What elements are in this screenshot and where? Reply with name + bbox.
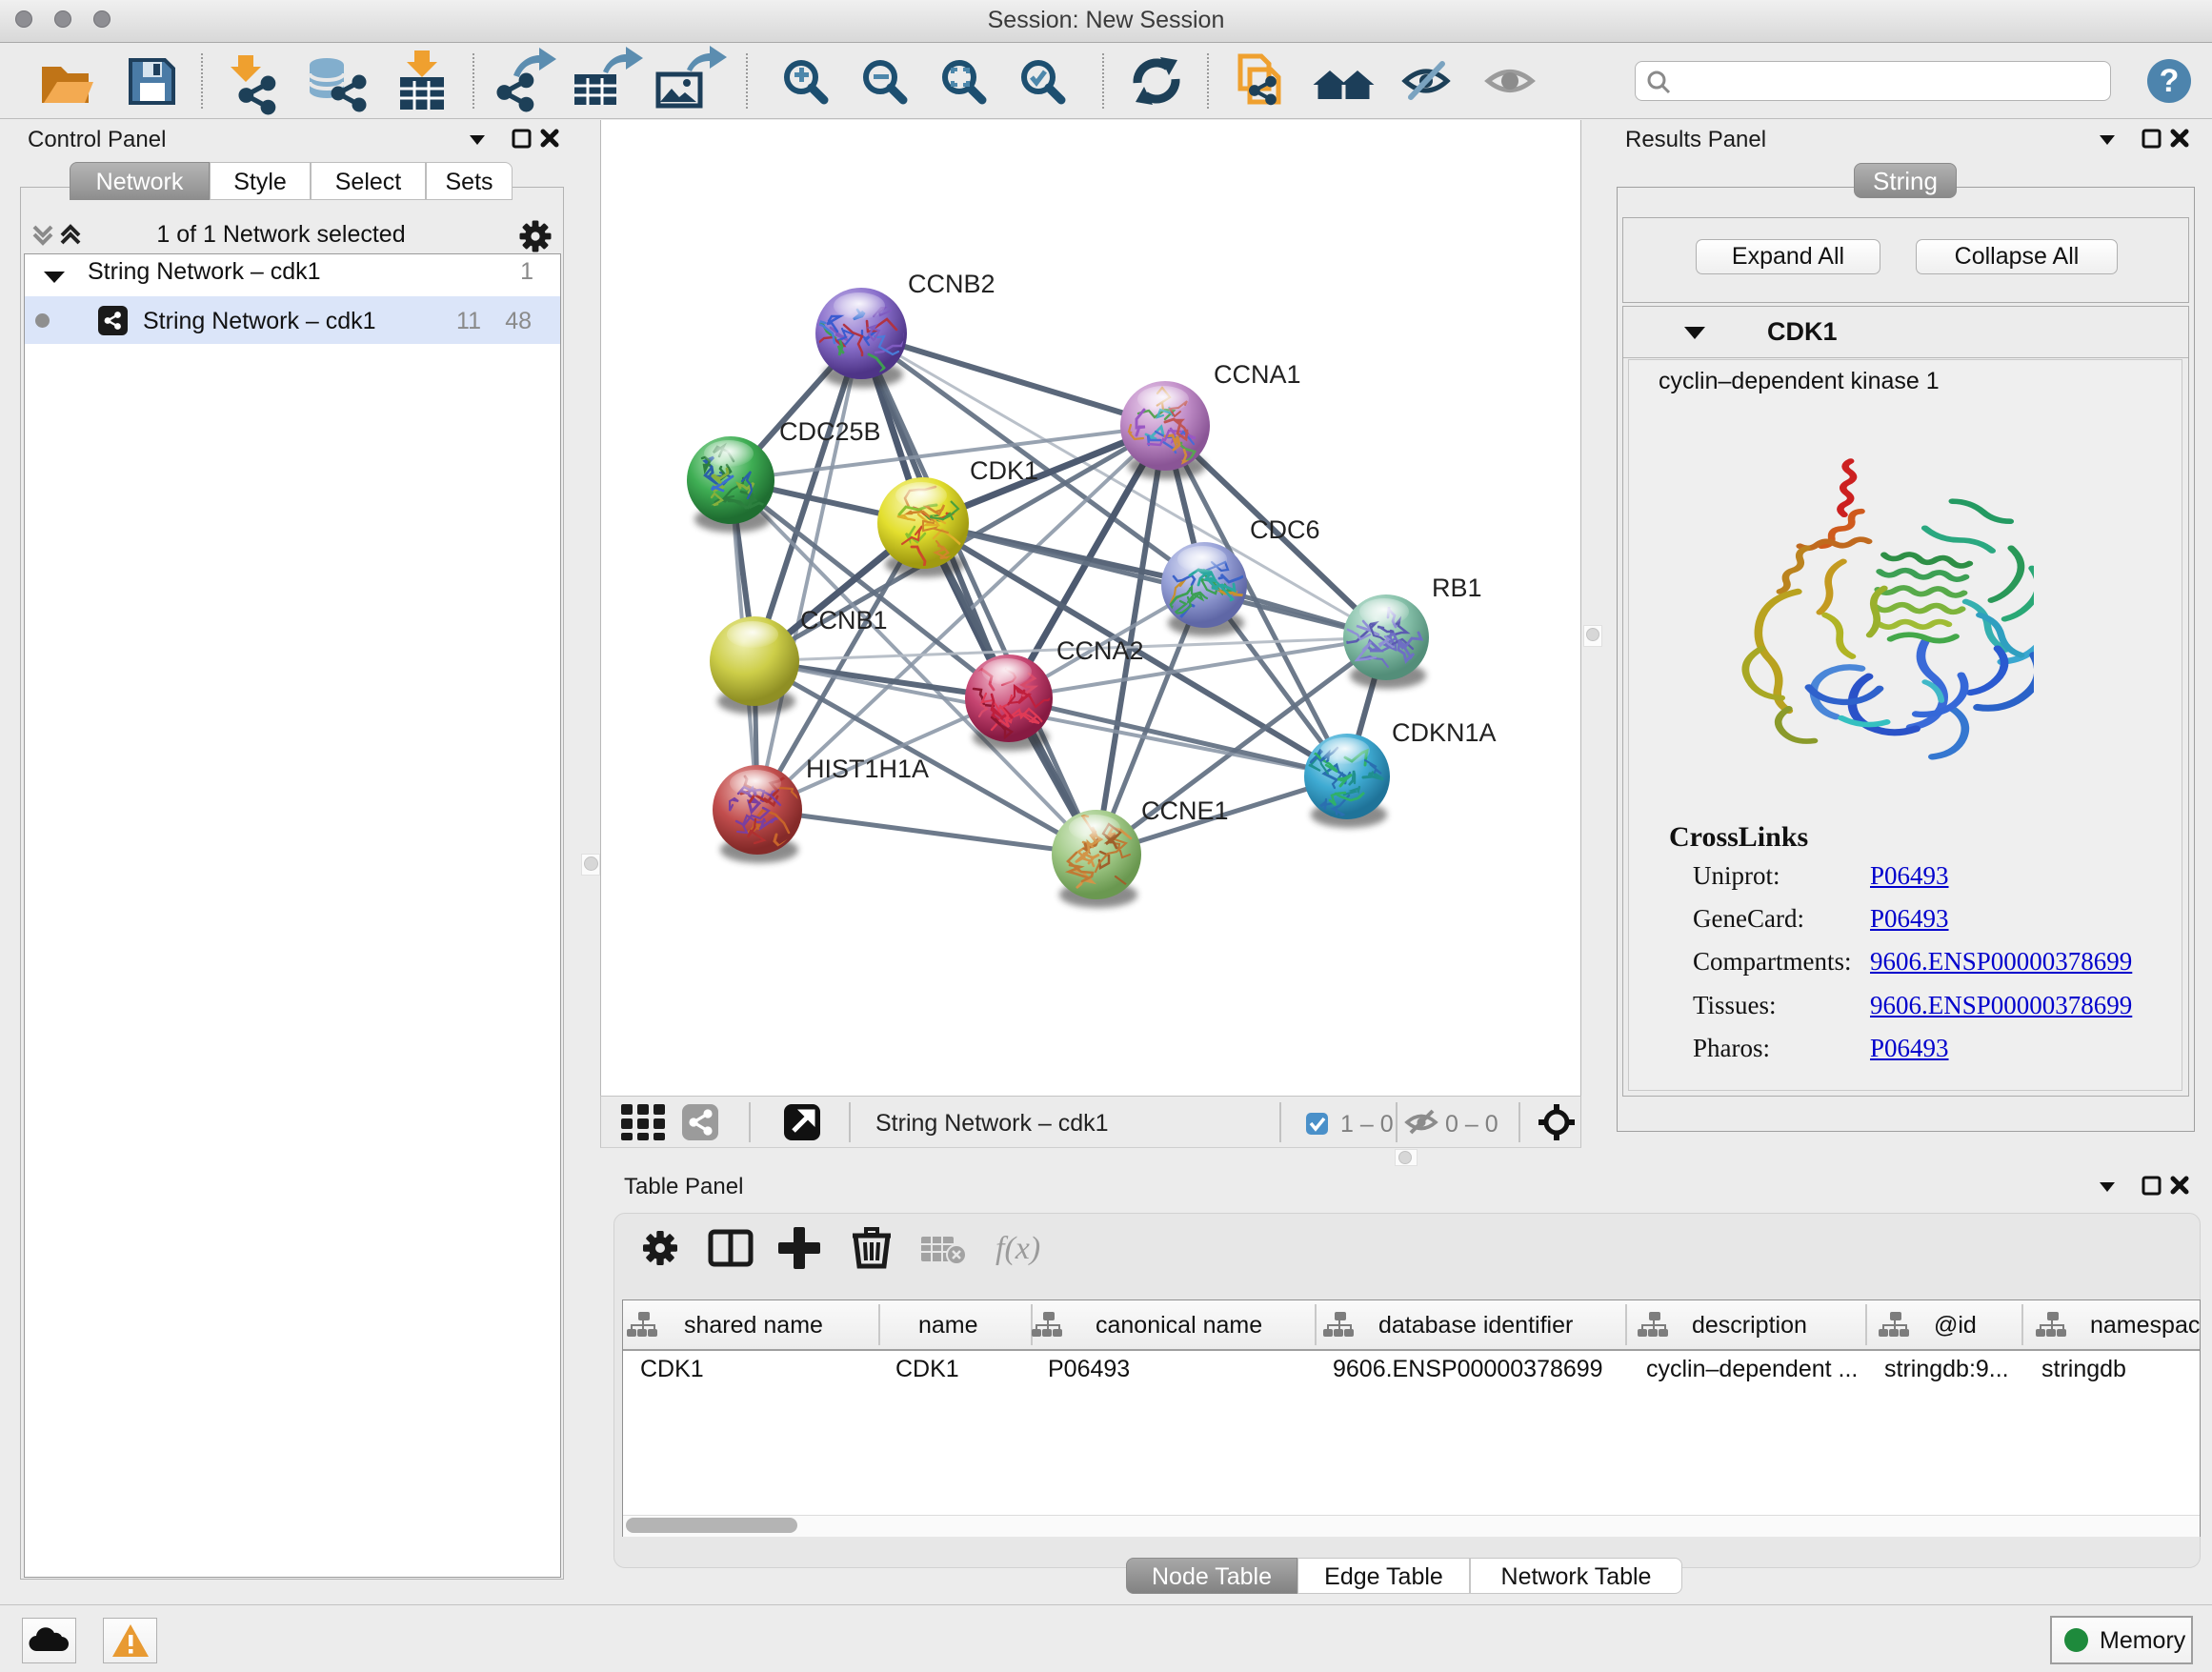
svg-text:CDC6: CDC6	[1250, 515, 1320, 544]
svg-text:CDC25B: CDC25B	[779, 417, 881, 446]
svg-text:name: name	[918, 1312, 978, 1339]
svg-text:shared name: shared name	[684, 1312, 823, 1339]
svg-text:CDKN1A: CDKN1A	[1392, 718, 1497, 747]
svg-text:CDK1: CDK1	[970, 456, 1038, 485]
svg-text:0 – 0: 0 – 0	[1445, 1111, 1498, 1138]
svg-text:CCNB2: CCNB2	[908, 270, 995, 298]
svg-text:String Network – cdk1: String Network – cdk1	[875, 1110, 1109, 1137]
svg-text:canonical name: canonical name	[1096, 1312, 1262, 1339]
svg-text:namespace: namespace	[2090, 1312, 2200, 1339]
svg-text:@id: @id	[1934, 1312, 1977, 1339]
svg-text:CCNA1: CCNA1	[1214, 360, 1301, 389]
svg-text:CCNE1: CCNE1	[1141, 796, 1229, 825]
svg-text:HIST1H1A: HIST1H1A	[806, 755, 929, 783]
svg-text:description: description	[1692, 1312, 1807, 1339]
svg-text:CCNB1: CCNB1	[800, 606, 888, 635]
svg-text:RB1: RB1	[1432, 574, 1482, 602]
svg-text:database identifier: database identifier	[1378, 1312, 1573, 1339]
svg-text:CCNA2: CCNA2	[1056, 636, 1144, 665]
svg-text:1 – 0: 1 – 0	[1340, 1111, 1394, 1138]
svg-text:f(x): f(x)	[995, 1231, 1040, 1266]
